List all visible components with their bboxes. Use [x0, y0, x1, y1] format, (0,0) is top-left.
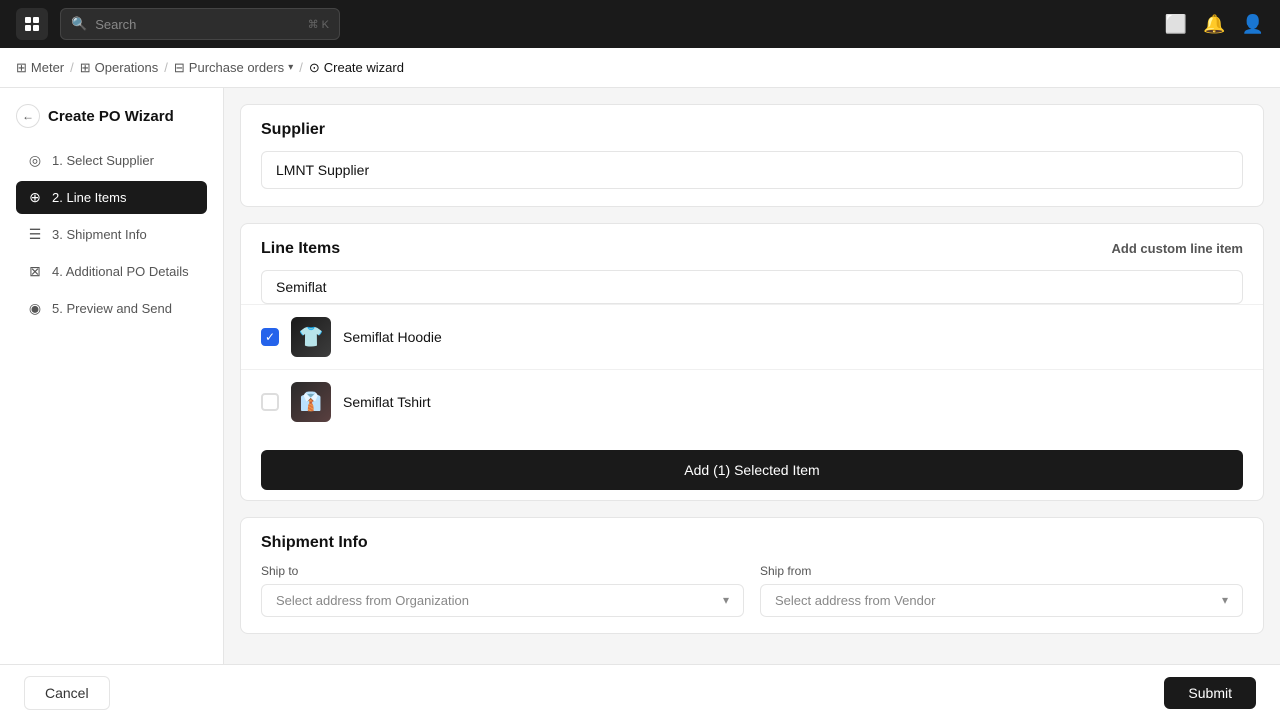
line-items-search[interactable] — [261, 270, 1243, 304]
shipment-title: Shipment Info — [261, 534, 368, 552]
breadcrumb-sep-2: / — [164, 60, 168, 75]
supplier-card-body: LMNT Supplier — [241, 151, 1263, 207]
supplier-value: LMNT Supplier — [261, 151, 1243, 189]
list-icon: ⊕ — [26, 189, 44, 206]
hoodie-checkbox[interactable]: ✓ — [261, 328, 279, 346]
line-item-hoodie: ✓ Semiflat Hoodie — [241, 304, 1263, 369]
sidebar-title: Create PO Wizard — [48, 108, 174, 125]
sidebar-step-2-label: 2. Line Items — [52, 190, 126, 205]
breadcrumb: ⊞ Meter / ⊞ Operations / ⊟ Purchase orde… — [0, 48, 1280, 88]
add-custom-link[interactable]: Add custom line item — [1112, 241, 1243, 256]
bell-icon[interactable]: 🔔 — [1203, 14, 1225, 35]
breadcrumb-purchase-orders[interactable]: ⊟ Purchase orders ▾ — [174, 60, 293, 76]
supplier-card-header: Supplier — [241, 105, 1263, 151]
add-selected-button[interactable]: Add (1) Selected Item — [261, 450, 1243, 490]
line-items-header: Line Items Add custom line item — [241, 224, 1263, 270]
breadcrumb-operations[interactable]: ⊞ Operations — [80, 60, 159, 76]
sidebar-step-3-label: 3. Shipment Info — [52, 227, 147, 242]
search-placeholder: Search — [95, 17, 136, 32]
sidebar-item-preview-send[interactable]: ◉ 5. Preview and Send — [16, 292, 207, 325]
hoodie-name: Semiflat Hoodie — [343, 329, 442, 345]
cancel-button[interactable]: Cancel — [24, 676, 110, 710]
search-shortcut: ⌘ K — [308, 18, 329, 31]
tshirt-thumbnail — [291, 382, 331, 422]
breadcrumb-sep-1: / — [70, 60, 74, 75]
dropdown-icon: ▾ — [288, 62, 293, 73]
line-items-title: Line Items — [261, 240, 340, 258]
sidebar-step-1-label: 1. Select Supplier — [52, 153, 154, 168]
circle-check-icon: ◎ — [26, 152, 44, 169]
shipment-card: Shipment Info Ship to Select address fro… — [240, 517, 1264, 634]
sidebar-item-additional-po[interactable]: ⊠ 4. Additional PO Details — [16, 255, 207, 288]
ship-to-chevron-icon: ▾ — [723, 593, 729, 607]
line-item-tshirt: Semiflat Tshirt — [241, 369, 1263, 434]
ship-from-chevron-icon: ▾ — [1222, 593, 1228, 607]
main-content: Supplier LMNT Supplier Line Items Add cu… — [224, 88, 1280, 720]
grid-icon: ⊞ — [80, 60, 91, 76]
ship-to-field: Ship to Select address from Organization… — [261, 564, 744, 617]
back-button[interactable]: ← Create PO Wizard — [16, 104, 207, 128]
box-icon: ⊠ — [26, 263, 44, 280]
sidebar-item-select-supplier[interactable]: ◎ 1. Select Supplier — [16, 144, 207, 177]
shipment-grid: Ship to Select address from Organization… — [241, 564, 1263, 634]
sidebar: ← Create PO Wizard ◎ 1. Select Supplier … — [0, 88, 224, 720]
sidebar-item-shipment[interactable]: ☰ 3. Shipment Info — [16, 218, 207, 251]
eye-icon: ◉ — [26, 300, 44, 317]
supplier-card: Supplier LMNT Supplier — [240, 104, 1264, 207]
supplier-title: Supplier — [261, 121, 325, 139]
main-layout: ← Create PO Wizard ◎ 1. Select Supplier … — [0, 88, 1280, 720]
user-icon[interactable]: 👤 — [1242, 14, 1264, 35]
ship-from-placeholder: Select address from Vendor — [775, 593, 935, 608]
ship-to-select[interactable]: Select address from Organization ▾ — [261, 584, 744, 617]
shipment-card-header: Shipment Info — [241, 518, 1263, 564]
tshirt-checkbox[interactable] — [261, 393, 279, 411]
ship-from-field: Ship from Select address from Vendor ▾ — [760, 564, 1243, 617]
topbar: 🔍 Search ⌘ K ⬜ 🔔 👤 — [0, 0, 1280, 48]
ship-from-select[interactable]: Select address from Vendor ▾ — [760, 584, 1243, 617]
breadcrumb-meter[interactable]: ⊞ Meter — [16, 60, 64, 76]
hoodie-thumbnail — [291, 317, 331, 357]
search-bar[interactable]: 🔍 Search ⌘ K — [60, 8, 340, 40]
home-icon: ⊞ — [16, 60, 27, 76]
footer: Cancel Submit — [0, 664, 1280, 720]
sidebar-step-4-label: 4. Additional PO Details — [52, 264, 189, 279]
workflow-icon: ⊙ — [309, 60, 320, 76]
table-icon: ⊟ — [174, 60, 185, 76]
sidebar-step-5-label: 5. Preview and Send — [52, 301, 172, 316]
sidebar-item-line-items[interactable]: ⊕ 2. Line Items — [16, 181, 207, 214]
doc-icon: ☰ — [26, 226, 44, 243]
inbox-icon[interactable]: ⬜ — [1165, 14, 1187, 35]
back-arrow-icon: ← — [16, 104, 40, 128]
breadcrumb-create-wizard: ⊙ Create wizard — [309, 60, 404, 76]
topbar-actions: ⬜ 🔔 👤 — [1165, 14, 1264, 35]
ship-from-label: Ship from — [760, 564, 1243, 578]
search-icon: 🔍 — [71, 16, 87, 32]
tshirt-name: Semiflat Tshirt — [343, 394, 431, 410]
ship-to-label: Ship to — [261, 564, 744, 578]
ship-to-placeholder: Select address from Organization — [276, 593, 469, 608]
app-logo[interactable] — [16, 8, 48, 40]
line-items-card: Line Items Add custom line item ✓ Semifl… — [240, 223, 1264, 501]
breadcrumb-sep-3: / — [299, 60, 303, 75]
submit-button[interactable]: Submit — [1164, 677, 1256, 709]
